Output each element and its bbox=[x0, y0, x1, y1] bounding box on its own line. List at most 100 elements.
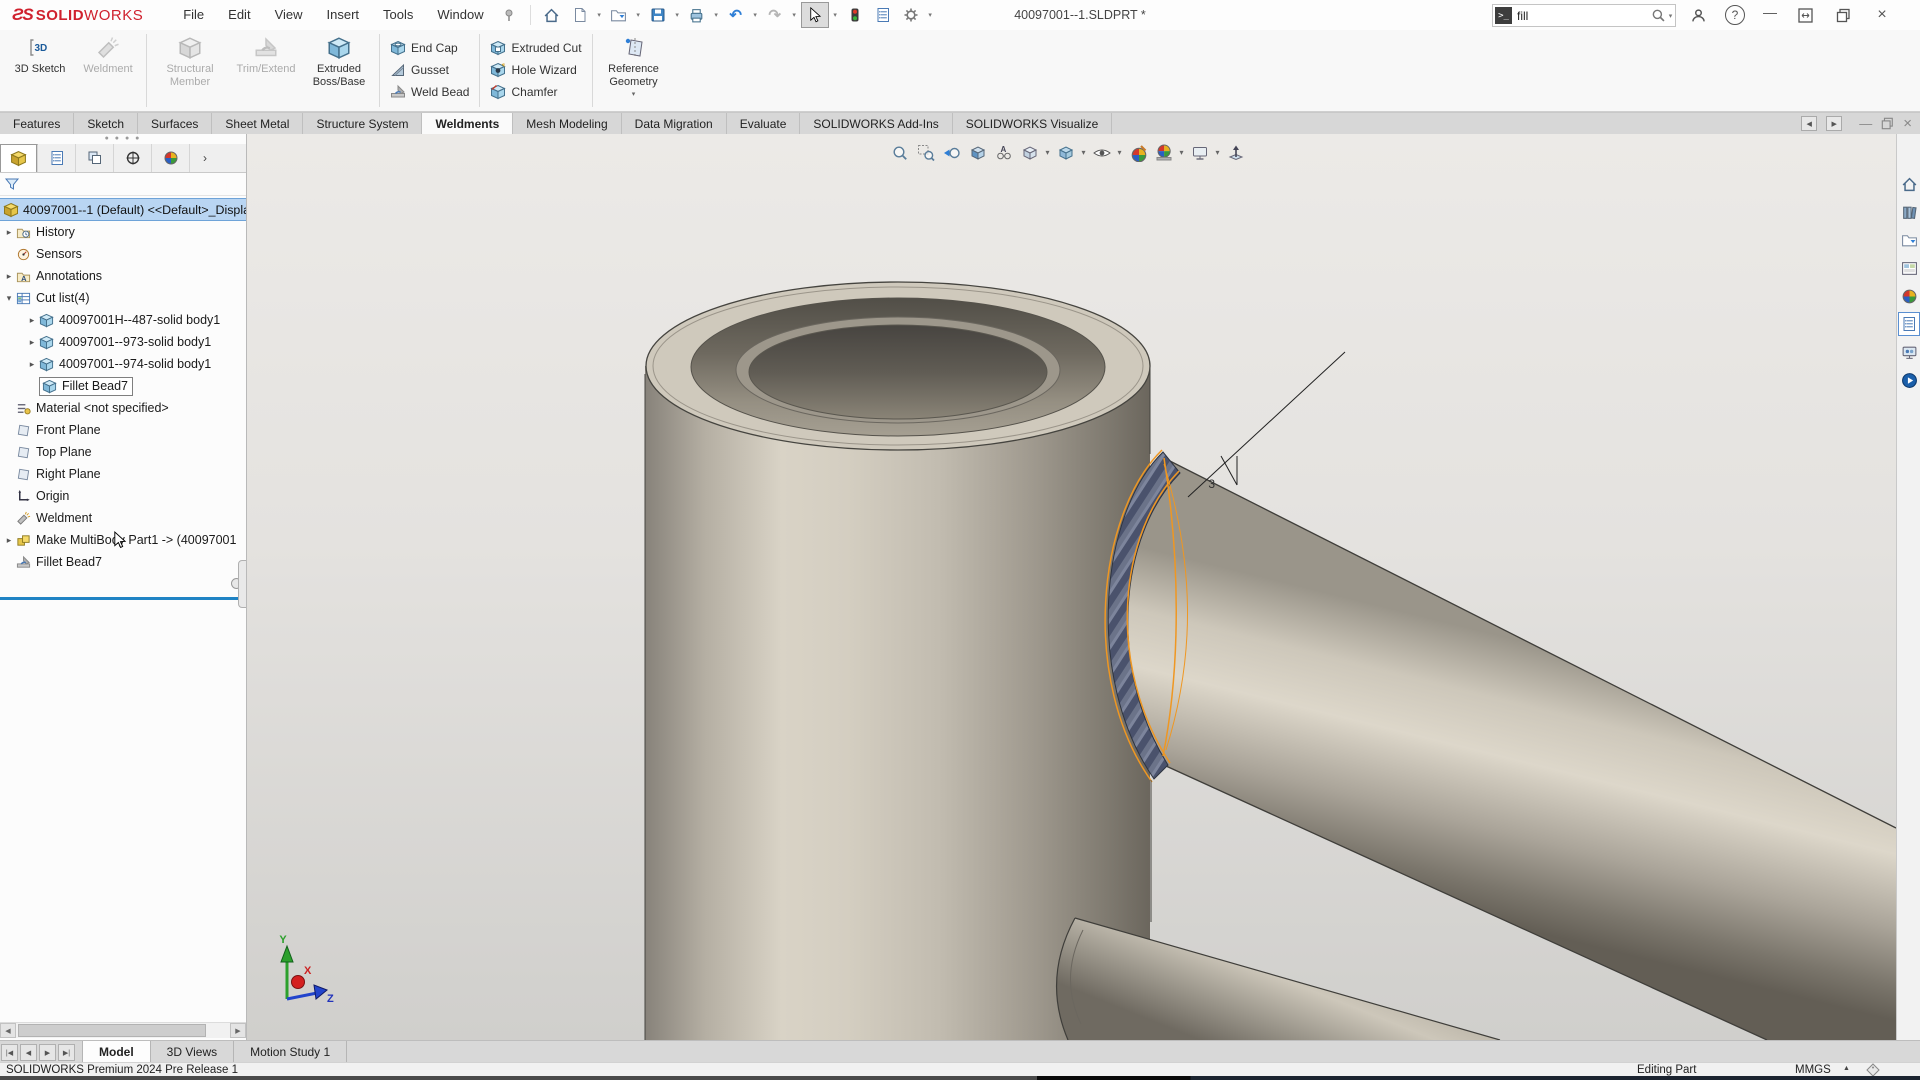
menu-file[interactable]: File bbox=[171, 0, 216, 30]
search-box[interactable]: >_ ▾ bbox=[1492, 4, 1676, 27]
solidworks-cam-icon[interactable] bbox=[1898, 368, 1920, 392]
tab-features[interactable]: Features bbox=[0, 113, 74, 135]
tab-3d-views[interactable]: 3D Views bbox=[151, 1041, 234, 1063]
tree-item-solid-body-2[interactable]: ▸40097001--973-solid body1 bbox=[0, 331, 246, 353]
search-input[interactable] bbox=[1512, 9, 1651, 23]
expand-panel-tabs-icon[interactable]: › bbox=[190, 144, 220, 172]
tree-item-weldment[interactable]: Weldment bbox=[0, 507, 246, 529]
menu-view[interactable]: View bbox=[263, 0, 315, 30]
panel-drag-handle[interactable]: ● ● ● ● bbox=[0, 134, 246, 144]
scrollbar-thumb[interactable] bbox=[18, 1024, 206, 1037]
print-button[interactable] bbox=[684, 3, 710, 27]
taskpane-home-icon[interactable] bbox=[1898, 172, 1920, 196]
scroll-left-icon[interactable]: ◀ bbox=[0, 1023, 16, 1038]
panel-horizontal-scrollbar[interactable]: ◀ ▶ bbox=[0, 1022, 246, 1038]
tab-sheet-metal[interactable]: Sheet Metal bbox=[212, 113, 303, 135]
tree-item-front-plane[interactable]: Front Plane bbox=[0, 419, 246, 441]
new-document-button[interactable] bbox=[567, 3, 593, 27]
tree-item-cut-list[interactable]: ▾Cut list(4) bbox=[0, 287, 246, 309]
home-button[interactable] bbox=[539, 3, 565, 27]
new-dropdown-caret[interactable]: ▾ bbox=[595, 11, 604, 19]
account-icon[interactable] bbox=[1690, 7, 1707, 24]
reference-geometry-button[interactable]: Reference Geometry ▾ bbox=[597, 30, 671, 111]
panel-collapse-handle[interactable] bbox=[238, 560, 247, 608]
tab-property-manager[interactable] bbox=[38, 144, 76, 172]
lower-branch-pipe[interactable] bbox=[1057, 918, 1500, 1040]
tree-item-solid-body-3[interactable]: ▸40097001--974-solid body1 bbox=[0, 353, 246, 375]
tab-feature-tree[interactable] bbox=[0, 144, 38, 172]
3d-sketch-button[interactable]: 3D 3D Sketch bbox=[6, 30, 74, 111]
dynamic-annotation-views-icon[interactable]: A bbox=[991, 140, 1016, 165]
tab-dimxpert-manager[interactable] bbox=[114, 144, 152, 172]
view-palette-icon[interactable] bbox=[1898, 256, 1920, 280]
end-cap-button[interactable]: End Cap bbox=[384, 37, 475, 59]
tab-sketch[interactable]: Sketch bbox=[74, 113, 138, 135]
display-style-caret[interactable]: ▾ bbox=[1079, 148, 1088, 157]
weld-annotation[interactable]: 3 bbox=[1188, 352, 1345, 497]
extruded-boss-base-button[interactable]: Extruded Boss/Base bbox=[303, 30, 375, 111]
tree-item-top-plane[interactable]: Top Plane bbox=[0, 441, 246, 463]
redo-dropdown-caret[interactable]: ▾ bbox=[790, 11, 799, 19]
save-dropdown-caret[interactable]: ▾ bbox=[673, 11, 682, 19]
gusset-button[interactable]: Gusset bbox=[384, 59, 475, 81]
print-dropdown-caret[interactable]: ▾ bbox=[712, 11, 721, 19]
trim-extend-button[interactable]: Trim/Extend bbox=[229, 30, 303, 111]
options-list-button[interactable] bbox=[870, 3, 896, 27]
graphics-viewport[interactable]: 3 Y X Z A ▾ ▾ ▾ ▾ bbox=[247, 134, 1896, 1040]
collapse-arrow[interactable]: ▾ bbox=[2, 293, 16, 304]
close-window-button[interactable]: × bbox=[1872, 0, 1892, 30]
open-button[interactable] bbox=[606, 3, 632, 27]
collapse-pane-right-icon[interactable]: ▶ bbox=[1826, 116, 1842, 131]
menu-tools[interactable]: Tools bbox=[371, 0, 425, 30]
apply-scene-caret[interactable]: ▾ bbox=[1177, 148, 1186, 157]
units-selector[interactable]: MMGS bbox=[1795, 1064, 1831, 1076]
pipe-assembly-model[interactable] bbox=[645, 282, 1896, 1040]
apply-scene-icon[interactable] bbox=[1151, 140, 1176, 165]
expand-arrow[interactable]: ▸ bbox=[25, 315, 39, 326]
doc-restore-button[interactable] bbox=[1881, 117, 1894, 130]
tab-surfaces[interactable]: Surfaces bbox=[138, 113, 212, 135]
expand-arrow[interactable]: ▸ bbox=[25, 337, 39, 348]
settings-dropdown-caret[interactable]: ▾ bbox=[926, 11, 935, 19]
undo-dropdown-caret[interactable]: ▾ bbox=[751, 11, 760, 19]
tree-filter-row[interactable] bbox=[0, 173, 246, 196]
reference-geometry-caret[interactable]: ▾ bbox=[632, 90, 636, 98]
search-icon[interactable] bbox=[1651, 8, 1666, 23]
solidworks-forum-icon[interactable] bbox=[1898, 340, 1920, 364]
tab-weldments[interactable]: Weldments bbox=[422, 113, 513, 135]
prev-tab-icon[interactable]: ◀ bbox=[20, 1044, 37, 1061]
expand-arrow[interactable]: ▸ bbox=[25, 359, 39, 370]
search-dropdown-caret[interactable]: ▾ bbox=[1666, 12, 1675, 20]
rename-edit-box[interactable]: Fillet Bead7 bbox=[39, 377, 133, 396]
settings-button[interactable] bbox=[898, 3, 924, 27]
tree-item-sensors[interactable]: Sensors bbox=[0, 243, 246, 265]
branch-pipe-body[interactable] bbox=[1121, 457, 1896, 1040]
weldment-button[interactable]: Weldment bbox=[74, 30, 142, 111]
tree-root-item[interactable]: 40097001--1 (Default) <<Default>_Displa bbox=[0, 198, 246, 221]
span-displays-button[interactable] bbox=[1798, 8, 1813, 23]
units-caret-icon[interactable]: ▲ bbox=[1843, 1065, 1850, 1072]
menu-window[interactable]: Window bbox=[425, 0, 495, 30]
tab-mesh-modeling[interactable]: Mesh Modeling bbox=[513, 113, 621, 135]
expand-arrow[interactable]: ▸ bbox=[2, 535, 16, 546]
expand-arrow[interactable]: ▸ bbox=[2, 271, 16, 282]
hide-show-items-icon[interactable] bbox=[1089, 140, 1114, 165]
next-tab-icon[interactable]: ▶ bbox=[39, 1044, 56, 1061]
redo-button[interactable]: ↷ bbox=[762, 3, 788, 27]
doc-minimize-button[interactable]: — bbox=[1859, 117, 1872, 130]
previous-view-icon[interactable] bbox=[939, 140, 964, 165]
tree-item-origin[interactable]: Origin bbox=[0, 485, 246, 507]
view-settings-caret[interactable]: ▾ bbox=[1213, 148, 1222, 157]
menu-edit[interactable]: Edit bbox=[216, 0, 262, 30]
file-explorer-icon[interactable] bbox=[1898, 228, 1920, 252]
undo-button[interactable]: ↶ bbox=[723, 3, 749, 27]
filter-icon[interactable] bbox=[4, 176, 20, 192]
expand-arrow[interactable]: ▸ bbox=[2, 227, 16, 238]
scroll-right-icon[interactable]: ▶ bbox=[230, 1023, 246, 1038]
tab-model[interactable]: Model bbox=[82, 1041, 151, 1063]
select-tool-button[interactable] bbox=[801, 2, 829, 28]
tab-data-migration[interactable]: Data Migration bbox=[622, 113, 727, 135]
zoom-to-fit-icon[interactable] bbox=[887, 140, 912, 165]
extruded-cut-button[interactable]: Extruded Cut bbox=[484, 37, 587, 59]
chamfer-button[interactable]: Chamfer bbox=[484, 81, 587, 103]
